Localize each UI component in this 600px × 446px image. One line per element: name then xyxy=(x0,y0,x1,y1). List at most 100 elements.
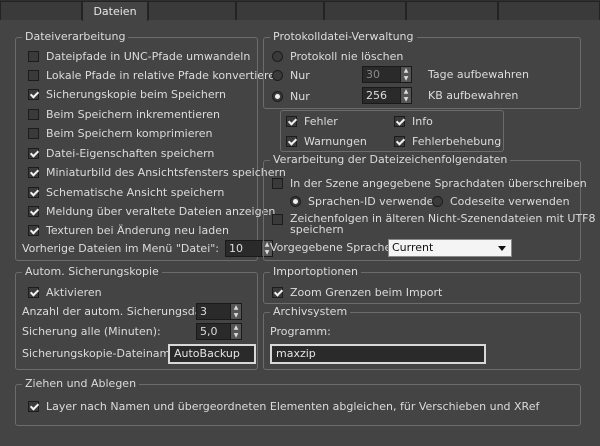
arrow-up-icon[interactable]: ▲ xyxy=(401,88,411,96)
checkbox[interactable] xyxy=(28,127,39,139)
option-label: Sicherungskopie beim Speichern xyxy=(46,87,226,101)
arrow-down-icon[interactable]: ▼ xyxy=(231,332,241,340)
tab-label: Dateien xyxy=(93,5,137,18)
kb-spinner[interactable]: 256 ▲ ▼ xyxy=(362,87,412,104)
arrow-up-icon[interactable]: ▲ xyxy=(231,304,241,312)
checkbox[interactable] xyxy=(394,115,405,127)
option-label: Codeseite verwenden xyxy=(450,194,570,208)
option-save-file-properties[interactable]: Datei-Eigenschaften speichern xyxy=(28,145,214,161)
group-title: Importoptionen xyxy=(270,265,362,279)
spinner-arrows[interactable]: ▲ ▼ xyxy=(401,87,412,104)
dropdown-value: Current xyxy=(392,241,434,254)
arrow-down-icon[interactable]: ▼ xyxy=(231,312,241,320)
arrow-down-icon[interactable]: ▼ xyxy=(401,96,411,104)
option-label: Lokale Pfade in relative Pfade konvertie… xyxy=(46,68,283,82)
kb-value[interactable]: 256 xyxy=(362,87,401,104)
radio-button[interactable] xyxy=(432,195,443,207)
checkbox[interactable] xyxy=(28,108,39,120)
days-spinner[interactable]: 30 ▲ ▼ xyxy=(362,66,412,83)
option-label: In der Szene angegebene Sprachdaten über… xyxy=(290,176,587,190)
checkbox[interactable] xyxy=(28,69,39,81)
tab-empty-left[interactable] xyxy=(0,1,82,20)
checkbox[interactable] xyxy=(272,214,283,225)
tab-5[interactable] xyxy=(406,1,498,20)
spinner-arrows[interactable]: ▲ ▼ xyxy=(231,303,242,320)
option-label: Fehlerbehebung xyxy=(412,134,502,148)
tab-6[interactable] xyxy=(498,1,600,20)
tab-2[interactable] xyxy=(148,1,236,20)
option-label: Miniaturbild des Ansichtsfensters speich… xyxy=(46,165,286,179)
flag-debug[interactable]: Fehlerbehebung xyxy=(394,133,501,149)
option-save-schematic-view[interactable]: Schematische Ansicht speichern xyxy=(28,184,224,200)
checkbox[interactable] xyxy=(28,205,39,217)
checkbox[interactable] xyxy=(28,50,39,62)
group-title: Protokolldatei-Verwaltung xyxy=(270,30,417,44)
radio-button[interactable] xyxy=(290,195,301,207)
spinner-arrows[interactable]: ▲ ▼ xyxy=(231,323,242,340)
checkbox[interactable] xyxy=(28,186,39,198)
backup-filename-label: Sicherungskopie-Dateiname: xyxy=(22,347,181,360)
flag-errors[interactable]: Fehler xyxy=(286,113,338,129)
autobackup-enable[interactable]: Aktivieren xyxy=(28,284,102,300)
checkbox[interactable] xyxy=(28,400,39,412)
log-keep-days[interactable]: Nur xyxy=(272,67,310,83)
checkbox[interactable] xyxy=(286,115,297,127)
archive-program-input[interactable]: maxzip xyxy=(270,344,486,364)
option-backup-on-save[interactable]: Sicherungskopie beim Speichern xyxy=(28,86,226,102)
option-relative-paths[interactable]: Lokale Pfade in relative Pfade konvertie… xyxy=(28,67,282,83)
radio-button[interactable] xyxy=(272,90,283,102)
recent-files-value[interactable]: 10 xyxy=(225,240,262,257)
option-save-viewport-thumbnail[interactable]: Miniaturbild des Ansichtsfensters speich… xyxy=(28,164,286,180)
radio-button[interactable] xyxy=(272,50,283,62)
archive-program-label: Programm: xyxy=(270,325,331,338)
arrow-down-icon[interactable]: ▼ xyxy=(401,75,411,83)
backup-count-value[interactable]: 3 xyxy=(196,303,231,320)
option-unc-paths[interactable]: Dateipfade in UNC-Pfade umwandeln xyxy=(28,48,250,64)
spinner-arrows[interactable]: ▲ ▼ xyxy=(401,66,412,83)
checkbox[interactable] xyxy=(28,166,39,178)
option-label: Dateipfade in UNC-Pfade umwandeln xyxy=(46,49,251,63)
flag-warnings[interactable]: Warnungen xyxy=(286,133,367,149)
kb-suffix-label: KB aufbewahren xyxy=(428,89,519,102)
days-suffix-label: Tage aufbewahren xyxy=(428,68,529,81)
backup-interval-spinner[interactable]: 5,0 ▲ ▼ xyxy=(196,323,242,340)
radio-button[interactable] xyxy=(272,69,283,81)
tab-bar: Dateien xyxy=(0,0,600,21)
backup-count-spinner[interactable]: 3 ▲ ▼ xyxy=(196,303,242,320)
backup-filename-input[interactable]: AutoBackup xyxy=(168,344,256,364)
tab-3[interactable] xyxy=(236,1,324,20)
checkbox[interactable] xyxy=(28,286,39,298)
option-label: Sprachen-ID verwenden xyxy=(308,194,441,208)
option-label: Warnungen xyxy=(304,134,367,148)
default-language-dropdown[interactable]: Current xyxy=(388,239,512,257)
checkbox[interactable] xyxy=(272,177,283,189)
option-increment-on-save[interactable]: Beim Speichern inkrementieren xyxy=(28,106,220,122)
backup-count-label: Anzahl der autom. Sicherungsdat.: xyxy=(22,305,214,318)
checkbox[interactable] xyxy=(28,88,39,100)
log-keep-kb[interactable]: Nur xyxy=(272,88,310,104)
option-obsolete-file-message[interactable]: Meldung über veraltete Dateien anzeigen xyxy=(28,203,275,219)
tab-dateien[interactable]: Dateien xyxy=(82,1,148,21)
checkbox[interactable] xyxy=(286,135,297,147)
option-compress-on-save[interactable]: Beim Speichern komprimieren xyxy=(28,125,213,141)
recent-files-label: Vorherige Dateien im Menü "Datei": xyxy=(22,242,220,255)
backup-interval-value[interactable]: 5,0 xyxy=(196,323,231,340)
use-language-id-option[interactable]: Sprachen-ID verwenden xyxy=(290,193,440,209)
days-value[interactable]: 30 xyxy=(362,66,401,83)
zoom-extents-on-import[interactable]: Zoom Grenzen beim Import xyxy=(272,284,442,300)
override-language-option[interactable]: In der Szene angegebene Sprachdaten über… xyxy=(272,175,587,191)
arrow-up-icon[interactable]: ▲ xyxy=(401,67,411,75)
tab-4[interactable] xyxy=(324,1,406,20)
option-label: Zoom Grenzen beim Import xyxy=(290,285,443,299)
option-reload-textures[interactable]: Texturen bei Änderung neu laden xyxy=(28,222,229,238)
checkbox[interactable] xyxy=(28,224,39,236)
checkbox[interactable] xyxy=(28,147,39,159)
arrow-up-icon[interactable]: ▲ xyxy=(231,324,241,332)
checkbox[interactable] xyxy=(394,135,405,147)
layer-match-option[interactable]: Layer nach Namen und übergeordneten Elem… xyxy=(28,398,539,414)
flag-info[interactable]: Info xyxy=(394,113,433,129)
group-title: Dateiverarbeitung xyxy=(22,30,129,44)
checkbox[interactable] xyxy=(272,286,283,298)
use-codepage-option[interactable]: Codeseite verwenden xyxy=(432,193,570,209)
log-never-delete[interactable]: Protokoll nie löschen xyxy=(272,48,403,64)
